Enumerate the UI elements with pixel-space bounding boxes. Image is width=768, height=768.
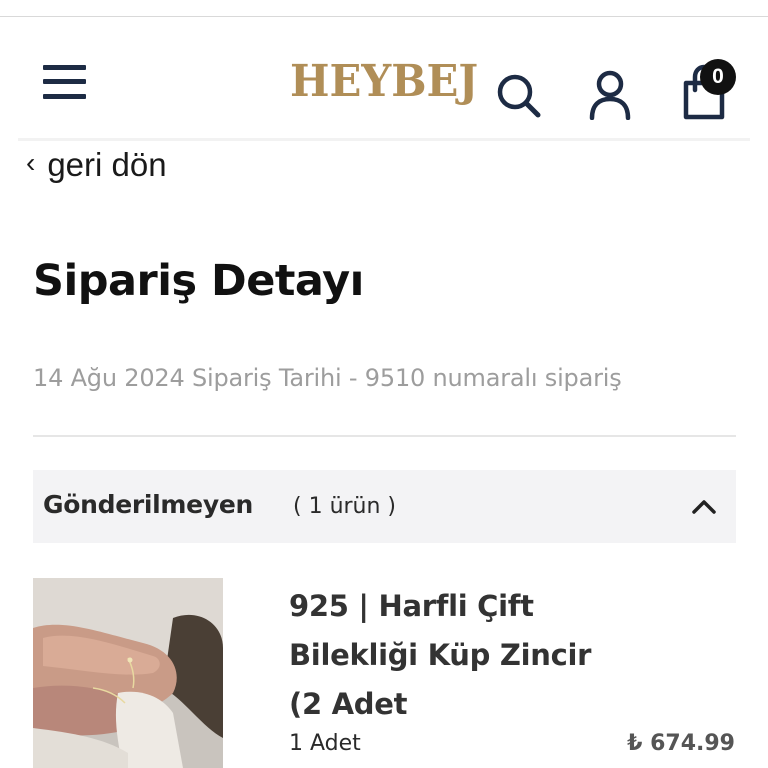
user-icon (589, 70, 631, 121)
back-link-label: geri dön (47, 146, 167, 183)
back-link[interactable]: ‹ geri dön (26, 143, 167, 187)
site-header: HEYBEJ 0 (0, 17, 768, 141)
menu-icon-bar-middle (43, 79, 86, 84)
product-name[interactable]: 925 | Harfli Çift Bilekliği Küp Zincir (… (289, 582, 619, 729)
cart-count-badge: 0 (700, 59, 736, 95)
group-item-count: ( 1 ürün ) (293, 494, 397, 519)
order-meta: 14 Ağu 2024 Sipariş Tarihi - 9510 numara… (33, 364, 622, 392)
product-image[interactable] (33, 578, 223, 768)
brand-logo[interactable]: HEYBEJ (290, 54, 478, 110)
product-photo (33, 578, 223, 768)
cart-button[interactable]: 0 (678, 55, 740, 121)
search-icon (497, 74, 541, 118)
group-label: Gönderilmeyen (43, 490, 253, 519)
page-title: Sipariş Detayı (33, 256, 364, 306)
browser-top-strip (0, 0, 768, 17)
account-button[interactable] (588, 70, 632, 121)
unshipped-group-header[interactable]: Gönderilmeyen ( 1 ürün ) (33, 470, 736, 543)
chevron-left-icon: ‹ (26, 147, 36, 178)
product-quantity: 1 Adet (289, 731, 361, 756)
menu-icon-bar-top (43, 65, 86, 70)
product-price: ₺ 674.99 (627, 731, 735, 756)
header-divider (18, 138, 750, 141)
search-button[interactable] (494, 72, 542, 120)
chevron-up-icon[interactable] (690, 494, 718, 518)
menu-button[interactable] (43, 65, 86, 99)
section-divider (33, 435, 736, 437)
menu-icon-bar-bottom (43, 94, 86, 99)
